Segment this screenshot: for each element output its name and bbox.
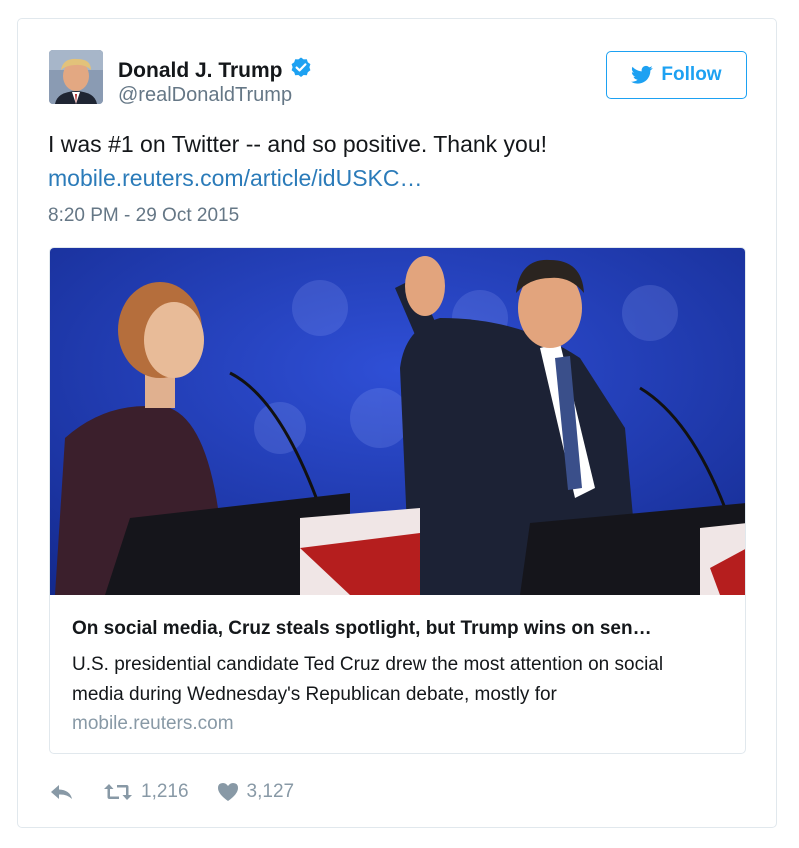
like-button[interactable]: 3,127 bbox=[217, 781, 295, 803]
tweet-link[interactable]: mobile.reuters.com/article/idUSKC… bbox=[48, 165, 423, 192]
follow-button[interactable]: Follow bbox=[606, 51, 747, 99]
avatar[interactable] bbox=[49, 50, 103, 104]
twitter-bird-icon bbox=[631, 65, 654, 84]
author-name[interactable]: Donald J. Trump bbox=[118, 56, 313, 83]
link-card[interactable]: On social media, Cruz steals spotlight, … bbox=[49, 247, 746, 754]
tweet-embed: Donald J. Trump @realDonaldTrump Follow … bbox=[17, 18, 777, 828]
verified-badge-icon bbox=[289, 56, 313, 80]
reply-icon bbox=[51, 785, 72, 799]
tweet-text: I was #1 on Twitter -- and so positive. … bbox=[48, 131, 548, 157]
card-title[interactable]: On social media, Cruz steals spotlight, … bbox=[72, 618, 732, 640]
like-count: 3,127 bbox=[246, 781, 295, 802]
author-handle[interactable]: @realDonaldTrump bbox=[118, 84, 292, 107]
reply-button[interactable] bbox=[49, 782, 75, 802]
author-name-text[interactable]: Donald J. Trump bbox=[118, 59, 283, 82]
tweet-actions: 1,216 3,127 bbox=[49, 779, 294, 805]
card-domain: mobile.reuters.com bbox=[72, 713, 234, 734]
timestamp[interactable]: 8:20 PM - 29 Oct 2015 bbox=[48, 205, 239, 227]
retweet-count: 1,216 bbox=[141, 781, 189, 802]
card-description: U.S. presidential candidate Ted Cruz dre… bbox=[72, 654, 664, 705]
follow-button-label: Follow bbox=[661, 64, 722, 85]
retweet-button[interactable]: 1,216 bbox=[103, 781, 189, 803]
retweet-icon bbox=[104, 784, 132, 800]
heart-icon bbox=[217, 783, 238, 801]
card-image[interactable] bbox=[50, 248, 746, 595]
